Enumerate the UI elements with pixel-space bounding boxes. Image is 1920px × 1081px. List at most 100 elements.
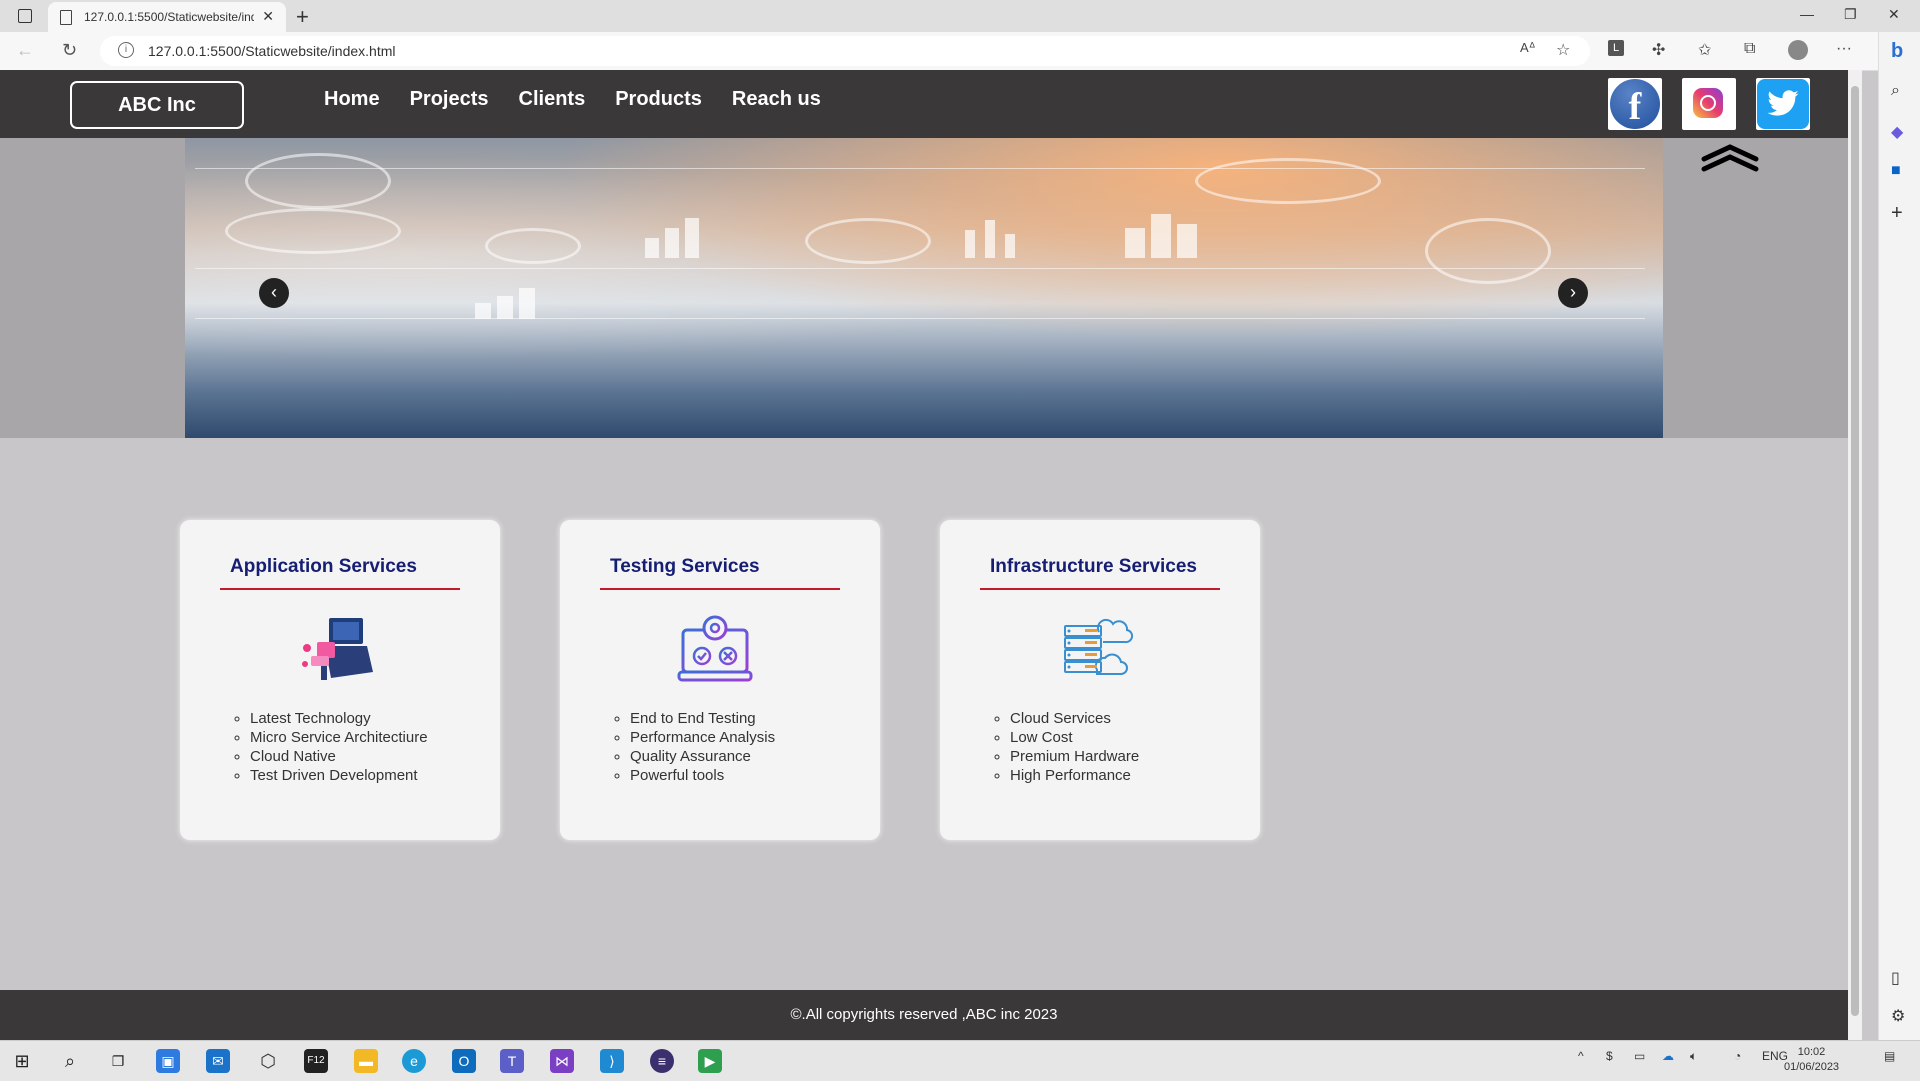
new-tab-icon[interactable]: + bbox=[296, 4, 309, 30]
extension-l-icon[interactable]: L bbox=[1608, 40, 1624, 56]
scrollbar-thumb[interactable] bbox=[1851, 86, 1859, 1016]
shopping-icon[interactable]: ◆ bbox=[1891, 122, 1903, 142]
app-icon[interactable]: ▶ bbox=[698, 1049, 722, 1073]
search-icon[interactable]: ⌕ bbox=[1891, 82, 1900, 100]
list-item: Micro Service Architectiure bbox=[250, 728, 428, 747]
close-window-icon[interactable]: ✕ bbox=[1888, 6, 1900, 23]
facebook-link[interactable]: f bbox=[1608, 78, 1662, 130]
devtools-hex-icon[interactable]: ⬡ bbox=[256, 1049, 280, 1073]
edge-sidebar: b ⌕ ◆ ■ + ▯ ⚙ bbox=[1878, 32, 1920, 1040]
volume-icon[interactable]: 🔈︎ bbox=[1690, 1049, 1697, 1064]
tab-actions-icon[interactable] bbox=[18, 9, 32, 23]
site-header: ABC Inc Home Projects Clients Products R… bbox=[0, 70, 1848, 138]
refresh-icon[interactable]: ↻ bbox=[62, 40, 77, 61]
developer-laptop-icon bbox=[302, 618, 373, 680]
sidebar-toggle-icon[interactable]: ▯ bbox=[1891, 968, 1900, 988]
start-windows-icon[interactable]: ⊞ bbox=[10, 1049, 34, 1073]
hero-carousel-image bbox=[185, 138, 1663, 438]
card-title: Application Services bbox=[230, 556, 417, 577]
collections-icon[interactable]: ⧉ bbox=[1744, 40, 1755, 58]
card-divider bbox=[980, 588, 1220, 590]
service-card-application: Application Services Latest Technology M… bbox=[180, 520, 500, 840]
restore-icon[interactable]: ❐ bbox=[1844, 6, 1857, 23]
address-input[interactable]: i 127.0.0.1:5500/Staticwebsite/index.htm… bbox=[100, 36, 1590, 66]
feature-list: Cloud Services Low Cost Premium Hardware… bbox=[990, 709, 1139, 785]
nav-products[interactable]: Products bbox=[615, 88, 702, 111]
feature-list: Latest Technology Micro Service Architec… bbox=[230, 709, 428, 785]
testing-gear-laptop-icon bbox=[677, 615, 753, 682]
card-divider bbox=[220, 588, 460, 590]
task-view-icon[interactable]: ❐ bbox=[106, 1049, 130, 1073]
list-item: Quality Assurance bbox=[630, 747, 775, 766]
list-item: Powerful tools bbox=[630, 766, 775, 785]
logo[interactable]: ABC Inc bbox=[70, 81, 244, 129]
browser-tab-bar: 127.0.0.1:5500/Staticwebsite/inde ✕ + — … bbox=[0, 0, 1920, 32]
feature-list: End to End Testing Performance Analysis … bbox=[610, 709, 775, 785]
vscode-icon[interactable]: ⟩ bbox=[600, 1049, 624, 1073]
carousel-next-button[interactable]: › bbox=[1558, 278, 1588, 308]
page-icon bbox=[60, 10, 72, 25]
outlook-icon[interactable]: O bbox=[452, 1049, 476, 1073]
add-sidebar-icon[interactable]: + bbox=[1891, 202, 1903, 225]
card-title: Infrastructure Services bbox=[990, 556, 1197, 577]
facebook-icon: f bbox=[1610, 79, 1660, 129]
edge-browser-icon[interactable]: e bbox=[402, 1049, 426, 1073]
site-footer: ©.All copyrights reserved ,ABC inc 2023 bbox=[0, 990, 1848, 1040]
instagram-link[interactable] bbox=[1682, 78, 1736, 130]
visual-studio-icon[interactable]: ⋈ bbox=[550, 1049, 574, 1073]
page-scrollbar[interactable] bbox=[1848, 70, 1862, 1040]
wifi-icon[interactable]: ◔ bbox=[1734, 1049, 1741, 1063]
card-divider bbox=[600, 588, 840, 590]
tab-close-icon[interactable]: ✕ bbox=[262, 8, 274, 25]
browser-tab[interactable]: 127.0.0.1:5500/Staticwebsite/inde ✕ bbox=[48, 2, 286, 32]
read-aloud-icon[interactable]: Aᐞ bbox=[1520, 40, 1536, 56]
notifications-icon[interactable]: ▤ bbox=[1884, 1049, 1895, 1063]
list-item: Cloud Native bbox=[250, 747, 428, 766]
extensions-icon[interactable]: ✣ bbox=[1652, 40, 1665, 60]
time: 10:02 bbox=[1797, 1046, 1826, 1058]
tray-dollar-icon[interactable]: $ bbox=[1606, 1049, 1613, 1063]
server-cloud-icon bbox=[1064, 618, 1134, 675]
service-card-infrastructure: Infrastructure Services Cloud Services L… bbox=[940, 520, 1260, 840]
carousel-prev-button[interactable]: ‹ bbox=[259, 278, 289, 308]
list-item: Cloud Services bbox=[1010, 709, 1139, 728]
minimize-icon[interactable]: — bbox=[1800, 6, 1814, 22]
outlook-icon[interactable]: ■ bbox=[1891, 162, 1901, 180]
favorite-star-icon[interactable]: ☆ bbox=[1556, 40, 1570, 60]
twitter-icon bbox=[1757, 79, 1809, 129]
favorites-icon[interactable]: ✩ bbox=[1698, 40, 1711, 60]
back-icon[interactable]: ← bbox=[16, 40, 34, 61]
site-info-icon[interactable]: i bbox=[118, 42, 134, 58]
url-text: 127.0.0.1:5500/Staticwebsite/index.html bbox=[148, 43, 396, 59]
onedrive-icon[interactable]: ☁ bbox=[1662, 1049, 1674, 1063]
list-item: Low Cost bbox=[1010, 728, 1139, 747]
service-card-testing: Testing Services End to End Testing Perf… bbox=[560, 520, 880, 840]
mail-icon[interactable]: ✉ bbox=[206, 1049, 230, 1073]
list-item: Premium Hardware bbox=[1010, 747, 1139, 766]
list-item: Test Driven Development bbox=[250, 766, 428, 785]
scroll-to-top-icon[interactable] bbox=[1700, 139, 1760, 173]
teams-icon[interactable]: T bbox=[500, 1049, 524, 1073]
nav-clients[interactable]: Clients bbox=[519, 88, 586, 111]
more-menu-icon[interactable]: ··· bbox=[1836, 40, 1852, 58]
bing-chat-icon[interactable]: b bbox=[1891, 40, 1903, 63]
store-icon[interactable]: ▣ bbox=[156, 1049, 180, 1073]
nav-home[interactable]: Home bbox=[324, 88, 380, 111]
main-nav: Home Projects Clients Products Reach us bbox=[324, 88, 821, 111]
f12-icon[interactable]: F12 bbox=[304, 1049, 328, 1073]
windows-taskbar: ⊞ ⌕ ❐ ▣ ✉ ⬡ F12 ▬ e O T ⋈ ⟩ ≡ ▶ ^ $ ▭ ☁ … bbox=[0, 1040, 1920, 1081]
nav-reach-us[interactable]: Reach us bbox=[732, 88, 821, 111]
search-icon[interactable]: ⌕ bbox=[58, 1049, 82, 1073]
file-explorer-icon[interactable]: ▬ bbox=[354, 1049, 378, 1073]
profile-avatar[interactable] bbox=[1788, 40, 1808, 60]
battery-icon[interactable]: ▭ bbox=[1634, 1049, 1645, 1063]
website: ABC Inc Home Projects Clients Products R… bbox=[0, 70, 1848, 1040]
nav-projects[interactable]: Projects bbox=[410, 88, 489, 111]
eclipse-icon[interactable]: ≡ bbox=[650, 1049, 674, 1073]
settings-gear-icon[interactable]: ⚙ bbox=[1891, 1006, 1905, 1026]
list-item: Latest Technology bbox=[250, 709, 428, 728]
clock[interactable]: 10:02 01/06/2023 bbox=[1784, 1045, 1839, 1075]
twitter-link[interactable] bbox=[1756, 78, 1810, 130]
list-item: Performance Analysis bbox=[630, 728, 775, 747]
tray-chevron-icon[interactable]: ^ bbox=[1578, 1049, 1584, 1063]
